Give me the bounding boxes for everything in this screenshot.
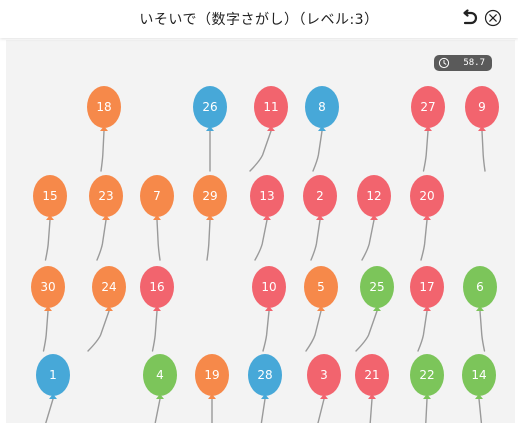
balloon-number: 25 <box>369 280 384 294</box>
balloon-string <box>312 130 323 172</box>
balloon-number: 10 <box>261 280 276 294</box>
balloon-number: 2 <box>316 189 324 203</box>
balloon-8[interactable]: 8 <box>305 86 339 172</box>
balloon-number: 29 <box>202 189 217 203</box>
balloon-number: 26 <box>202 100 217 114</box>
balloon-string <box>422 130 429 172</box>
balloon-string <box>45 398 54 423</box>
balloon-number: 14 <box>471 368 486 382</box>
balloon-string <box>369 398 373 423</box>
balloon-string <box>425 398 428 423</box>
timer-badge: 58.7 <box>434 55 492 71</box>
balloon-30[interactable]: 30 <box>31 266 65 352</box>
balloon-15[interactable]: 15 <box>33 175 67 261</box>
balloon-12[interactable]: 12 <box>357 175 391 261</box>
balloon-28[interactable]: 28 <box>248 354 282 423</box>
balloon-number: 3 <box>320 368 328 382</box>
balloon-number: 22 <box>419 368 434 382</box>
balloon-11[interactable]: 11 <box>249 86 288 172</box>
balloon-number: 12 <box>366 189 381 203</box>
balloon-string <box>310 219 321 261</box>
balloon-string <box>317 398 325 423</box>
balloon-string <box>479 310 486 352</box>
balloon-25[interactable]: 25 <box>355 266 394 352</box>
balloon-string <box>481 130 486 172</box>
balloon-number: 13 <box>259 189 274 203</box>
balloon-string <box>44 219 51 261</box>
clock-icon <box>438 57 450 69</box>
title-bar: いそいで（数字さがし）（レベル:3） <box>0 0 518 38</box>
balloon-1[interactable]: 1 <box>35 354 70 423</box>
balloon-number: 19 <box>204 368 219 382</box>
balloon-number: 5 <box>317 280 325 294</box>
balloon-number: 9 <box>478 100 486 114</box>
balloon-string <box>260 398 266 423</box>
balloon-number: 18 <box>96 100 111 114</box>
balloon-number: 20 <box>419 189 434 203</box>
balloon-18[interactable]: 18 <box>87 86 121 172</box>
balloon-number: 15 <box>42 189 57 203</box>
balloon-26[interactable]: 26 <box>193 86 227 172</box>
game-title: いそいで（数字さがし）（レベル:3） <box>139 12 379 28</box>
balloon-13[interactable]: 13 <box>250 175 284 261</box>
balloon-number: 28 <box>257 368 272 382</box>
balloon-7[interactable]: 7 <box>140 175 174 261</box>
balloon-number: 8 <box>318 100 326 114</box>
balloon-string <box>249 130 272 172</box>
balloon-10[interactable]: 10 <box>252 266 286 352</box>
balloon-number: 21 <box>364 368 379 382</box>
balloon-22[interactable]: 22 <box>410 354 444 423</box>
balloon-string <box>206 219 211 261</box>
balloon-string <box>361 219 375 261</box>
balloon-number: 27 <box>420 100 435 114</box>
balloon-6[interactable]: 6 <box>463 266 497 352</box>
balloon-20[interactable]: 20 <box>410 175 444 261</box>
balloon-2[interactable]: 2 <box>303 175 337 261</box>
balloon-string <box>262 310 270 352</box>
balloon-23[interactable]: 23 <box>89 175 123 261</box>
balloon-number: 17 <box>419 280 434 294</box>
balloon-string <box>154 398 161 423</box>
balloon-number: 4 <box>156 368 164 382</box>
balloon-4[interactable]: 4 <box>143 354 177 423</box>
balloon-number: 30 <box>40 280 55 294</box>
balloon-number: 23 <box>98 189 113 203</box>
balloon-string <box>151 310 158 352</box>
balloon-string <box>87 310 110 352</box>
balloon-string <box>100 130 105 172</box>
balloon-29[interactable]: 29 <box>193 175 227 261</box>
balloon-string <box>478 398 483 423</box>
back-arrow-icon[interactable] <box>459 8 479 28</box>
balloon-19[interactable]: 19 <box>195 354 229 423</box>
balloon-number: 16 <box>149 280 164 294</box>
balloon-string <box>420 219 428 261</box>
balloon-5[interactable]: 5 <box>304 266 338 352</box>
balloon-17[interactable]: 17 <box>410 266 444 352</box>
balloon-string <box>254 219 268 261</box>
balloon-21[interactable]: 21 <box>355 354 389 423</box>
balloon-string <box>42 310 49 352</box>
close-circle-icon[interactable] <box>483 8 503 28</box>
balloon-number: 7 <box>153 189 161 203</box>
balloon-number: 24 <box>101 280 116 294</box>
balloon-14[interactable]: 14 <box>462 354 496 423</box>
balloon-3[interactable]: 3 <box>307 354 341 423</box>
balloon-9[interactable]: 9 <box>465 86 499 172</box>
balloon-24[interactable]: 24 <box>87 266 126 352</box>
balloon-number: 1 <box>49 368 57 382</box>
balloon-string <box>305 310 322 352</box>
balloon-number: 6 <box>476 280 484 294</box>
balloon-string <box>156 219 161 261</box>
balloon-27[interactable]: 27 <box>411 86 445 172</box>
balloon-16[interactable]: 16 <box>140 266 174 352</box>
timer-value: 58.7 <box>463 58 485 68</box>
balloon-string <box>417 310 428 352</box>
balloon-number: 11 <box>263 100 278 114</box>
balloon-string <box>96 219 107 261</box>
balloon-string <box>355 310 378 352</box>
